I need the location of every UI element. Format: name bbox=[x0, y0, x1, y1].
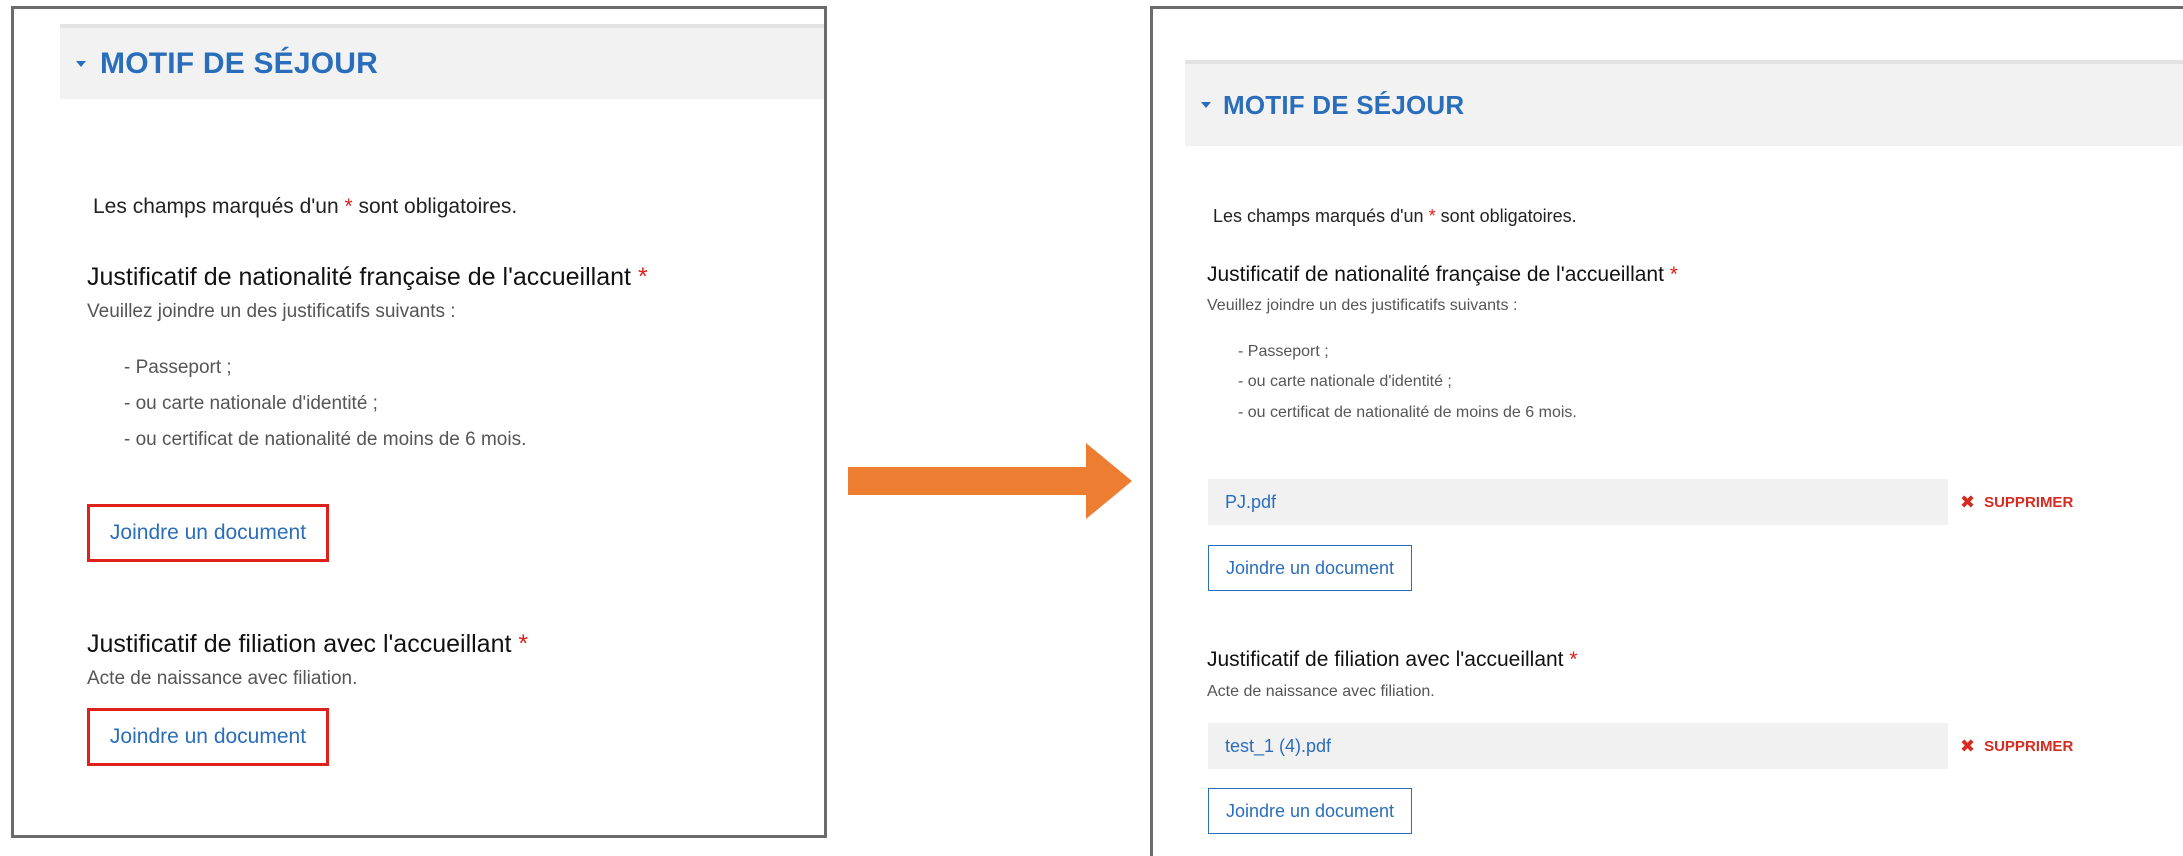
option-id-card: - ou carte nationale d'identité ; bbox=[1238, 373, 1452, 390]
close-x-icon: ✖ bbox=[1960, 735, 1976, 756]
section-title: MOTIF DE SÉJOUR bbox=[100, 46, 379, 80]
option-certificate: - ou certificat de nationalité de moins … bbox=[124, 429, 527, 450]
required-asterisk: * bbox=[1569, 648, 1578, 671]
nationality-heading: Justificatif de nationalité française de… bbox=[87, 263, 648, 291]
join-document-button-nationality[interactable]: Joindre un document bbox=[1208, 545, 1412, 591]
required-note: Les champs marqués d'un * sont obligatoi… bbox=[1213, 206, 1577, 226]
form-panel-after: MOTIF DE SÉJOUR Les champs marqués d'un … bbox=[1150, 6, 2183, 856]
required-asterisk: * bbox=[518, 630, 529, 658]
form-panel-before: MOTIF DE SÉJOUR Les champs marqués d'un … bbox=[11, 6, 827, 838]
required-asterisk: * bbox=[1428, 206, 1436, 226]
required-asterisk: * bbox=[344, 195, 353, 218]
delete-button-filiation[interactable]: ✖ SUPPRIMER bbox=[1960, 734, 2073, 758]
option-id-card: - ou carte nationale d'identité ; bbox=[124, 393, 378, 414]
filiation-hint: Acte de naissance avec filiation. bbox=[1207, 683, 1435, 700]
delete-button-nationality[interactable]: ✖ SUPPRIMER bbox=[1960, 490, 2073, 514]
nationality-hint: Veuillez joindre un des justificatifs su… bbox=[87, 301, 456, 322]
required-note: Les champs marqués d'un * sont obligatoi… bbox=[93, 195, 518, 218]
filiation-heading: Justificatif de filiation avec l'accueil… bbox=[1207, 648, 1578, 671]
arrow-right-icon bbox=[848, 443, 1132, 519]
option-passport: - Passeport ; bbox=[124, 357, 232, 378]
option-certificate: - ou certificat de nationalité de moins … bbox=[1238, 404, 1577, 421]
filiation-hint: Acte de naissance avec filiation. bbox=[87, 668, 358, 689]
close-x-icon: ✖ bbox=[1960, 491, 1976, 512]
attached-file-nationality[interactable]: PJ.pdf bbox=[1208, 479, 1948, 525]
section-title: MOTIF DE SÉJOUR bbox=[1223, 89, 1465, 120]
attached-file-filiation[interactable]: test_1 (4).pdf bbox=[1208, 723, 1948, 769]
join-document-button-filiation[interactable]: Joindre un document bbox=[87, 708, 329, 766]
section-header[interactable]: MOTIF DE SÉJOUR bbox=[1185, 60, 2183, 146]
required-asterisk: * bbox=[637, 263, 648, 291]
nationality-hint: Veuillez joindre un des justificatifs su… bbox=[1207, 297, 1518, 314]
join-document-button-nationality[interactable]: Joindre un document bbox=[87, 504, 329, 562]
arrow-shape bbox=[848, 443, 1132, 519]
option-passport: - Passeport ; bbox=[1238, 343, 1329, 360]
nationality-heading: Justificatif de nationalité française de… bbox=[1207, 263, 1678, 286]
caret-down-icon bbox=[76, 60, 86, 67]
join-document-button-filiation[interactable]: Joindre un document bbox=[1208, 788, 1412, 834]
filiation-heading: Justificatif de filiation avec l'accueil… bbox=[87, 630, 529, 658]
section-header[interactable]: MOTIF DE SÉJOUR bbox=[60, 24, 824, 99]
required-asterisk: * bbox=[1669, 263, 1678, 286]
file-name: test_1 (4).pdf bbox=[1225, 735, 1332, 756]
file-name: PJ.pdf bbox=[1225, 491, 1277, 512]
caret-down-icon bbox=[1201, 102, 1211, 108]
